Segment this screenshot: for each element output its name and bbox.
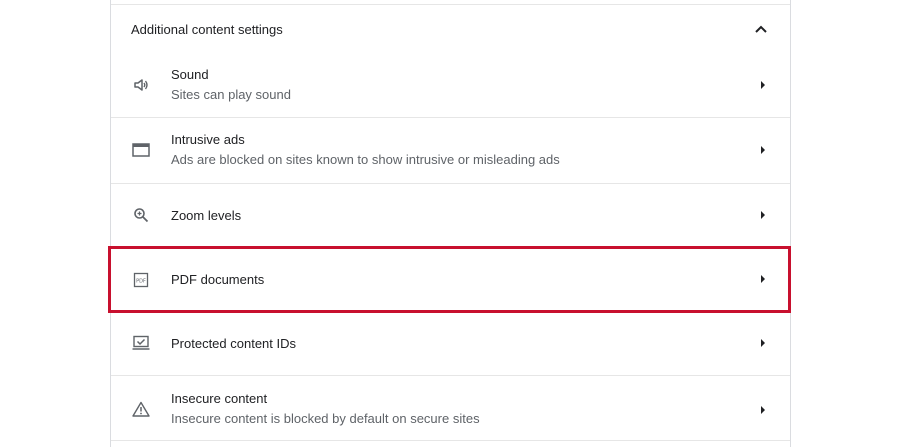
chevron-up-icon[interactable] xyxy=(751,19,771,39)
row-title: PDF documents xyxy=(171,272,265,287)
divider xyxy=(111,440,790,441)
chevron-right-icon xyxy=(755,207,771,223)
chevron-right-icon xyxy=(755,271,771,287)
svg-text:PDF: PDF xyxy=(136,279,146,285)
row-title: Protected content IDs xyxy=(171,336,297,351)
row-title: Intrusive ads xyxy=(171,132,245,147)
row-title: Zoom levels xyxy=(171,208,242,223)
chevron-right-icon xyxy=(755,142,771,158)
section-title: Additional content settings xyxy=(131,21,283,37)
chevron-right-icon xyxy=(755,335,771,351)
chevron-right-icon xyxy=(755,77,771,93)
content-settings-card: Additional content settings Sound Sites … xyxy=(110,0,791,447)
zoom-icon xyxy=(131,205,151,225)
sound-icon xyxy=(131,75,151,95)
settings-row-pdf-documents[interactable]: PDF PDF documents xyxy=(111,249,790,311)
additional-content-settings-header[interactable]: Additional content settings xyxy=(111,5,790,53)
row-subtitle: Insecure content is blocked by default o… xyxy=(171,411,480,426)
settings-row-zoom-levels[interactable]: Zoom levels xyxy=(111,184,790,248)
row-subtitle: Sites can play sound xyxy=(171,87,291,102)
settings-row-intrusive-ads[interactable]: Intrusive ads Ads are blocked on sites k… xyxy=(111,118,790,184)
settings-row-sound[interactable]: Sound Sites can play sound xyxy=(111,53,790,118)
row-title: Insecure content xyxy=(171,391,268,406)
intrusive-ads-icon xyxy=(131,140,151,160)
warning-icon xyxy=(131,399,151,419)
pdf-icon: PDF xyxy=(131,270,151,290)
settings-row-insecure-content[interactable]: Insecure content Insecure content is blo… xyxy=(111,376,790,441)
row-subtitle: Ads are blocked on sites known to show i… xyxy=(171,152,560,167)
row-title: Sound xyxy=(171,67,209,82)
protected-content-icon xyxy=(131,333,151,353)
chevron-right-icon xyxy=(755,402,771,418)
settings-row-protected-content[interactable]: Protected content IDs xyxy=(111,311,790,376)
